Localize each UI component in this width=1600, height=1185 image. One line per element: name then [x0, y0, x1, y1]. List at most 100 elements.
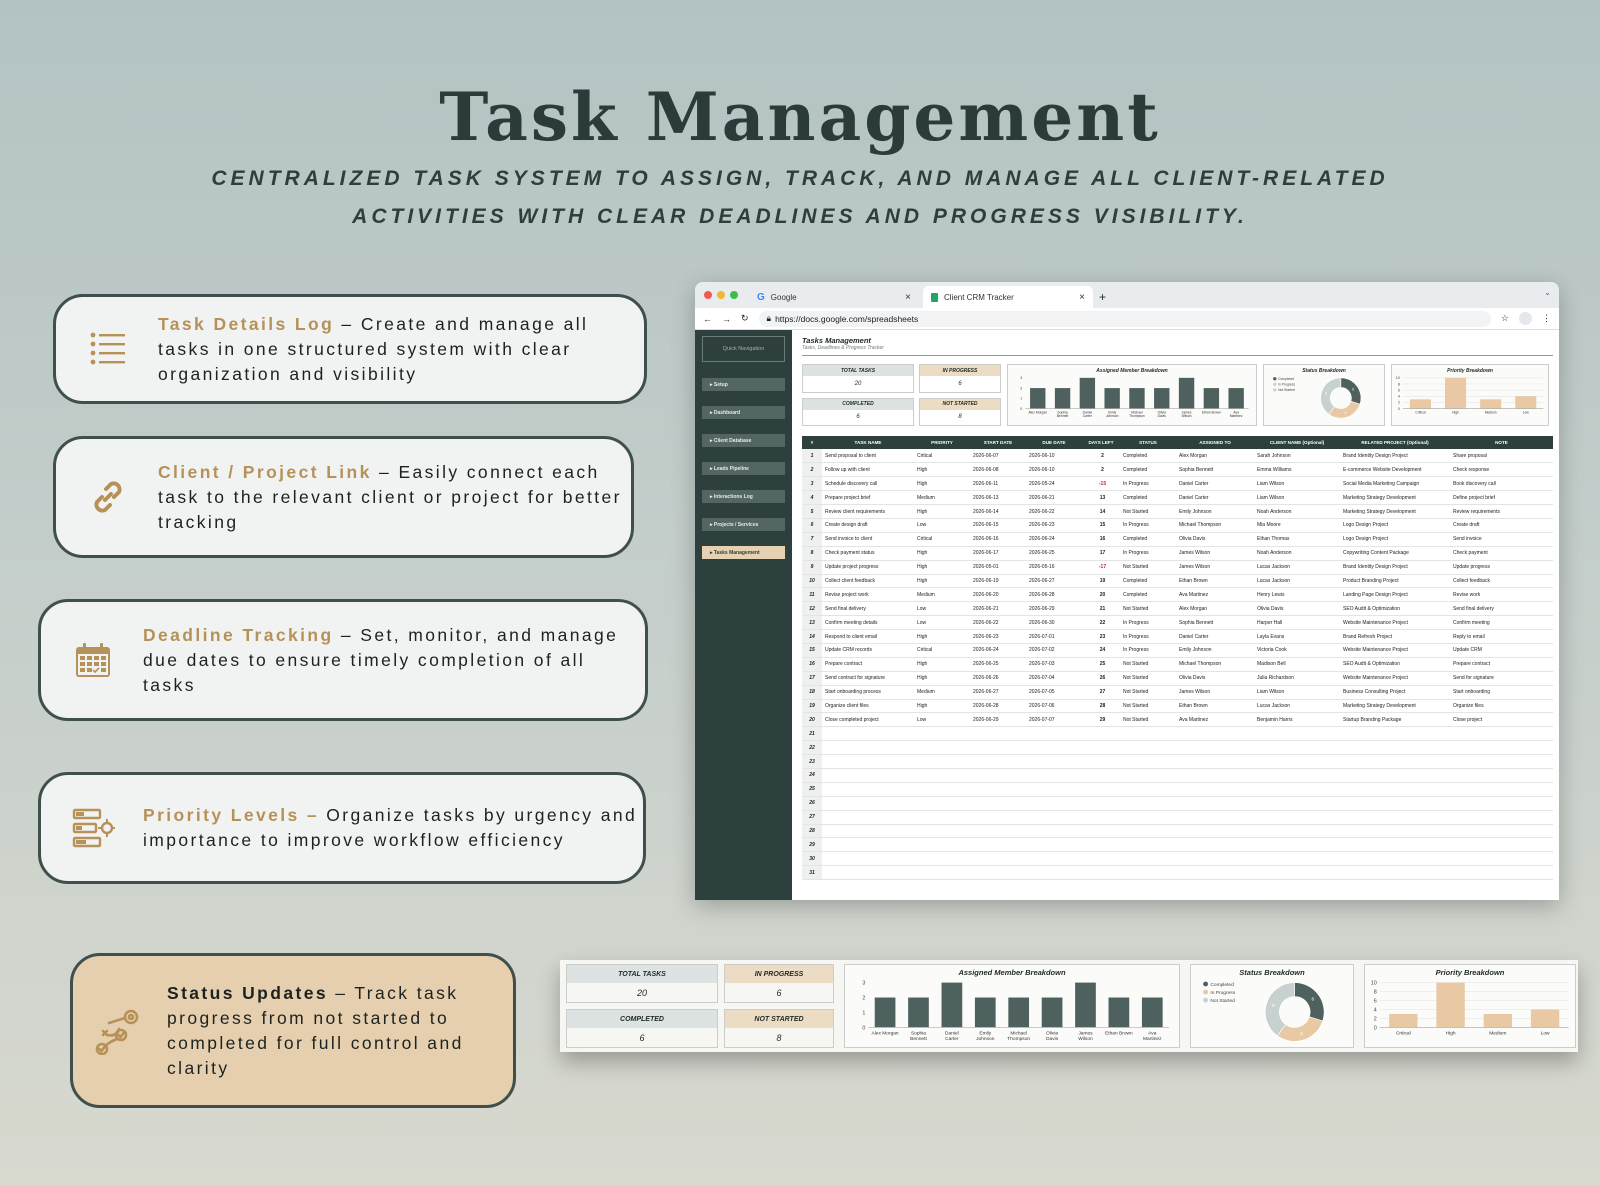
- table-cell[interactable]: Send proposal to client: [822, 449, 914, 464]
- table-cell[interactable]: Olivia Davis: [1176, 532, 1254, 547]
- table-cell[interactable]: Benjamin Harris: [1254, 712, 1340, 728]
- table-cell[interactable]: [914, 726, 970, 742]
- table-cell[interactable]: Daniel Carter: [1176, 490, 1254, 506]
- table-cell[interactable]: In Progress: [1120, 643, 1176, 658]
- table-cell[interactable]: -15: [1082, 476, 1120, 492]
- table-cell[interactable]: 24: [802, 768, 822, 783]
- table-cell[interactable]: [822, 782, 914, 797]
- table-cell[interactable]: 2026-06-10: [1026, 462, 1082, 478]
- table-cell[interactable]: Logo Design Project: [1340, 532, 1450, 547]
- table-cell[interactable]: Collect client feedback: [822, 574, 914, 589]
- table-cell[interactable]: 3: [802, 476, 822, 492]
- table-cell[interactable]: Mia Moore: [1254, 518, 1340, 533]
- table-cell[interactable]: [822, 810, 914, 825]
- table-cell[interactable]: [1340, 768, 1450, 783]
- table-cell[interactable]: Noah Anderson: [1254, 546, 1340, 561]
- table-cell[interactable]: 2026-06-24: [1026, 532, 1082, 547]
- nav-setup[interactable]: ▸ Setup: [702, 378, 785, 391]
- nav-tasks-management[interactable]: ▸ Tasks Management: [702, 546, 785, 559]
- table-cell[interactable]: 2026-06-30: [1026, 615, 1082, 631]
- table-cell[interactable]: 2026-06-28: [970, 699, 1026, 714]
- table-cell[interactable]: 23: [1082, 629, 1120, 644]
- table-cell[interactable]: 2: [1082, 462, 1120, 478]
- table-cell[interactable]: 21: [1082, 601, 1120, 617]
- table-cell[interactable]: Marketing Strategy Development: [1340, 504, 1450, 519]
- table-cell[interactable]: [970, 754, 1026, 769]
- table-cell[interactable]: 20: [802, 712, 822, 728]
- table-cell[interactable]: Lucas Jackson: [1254, 560, 1340, 575]
- table-cell[interactable]: [1450, 782, 1553, 797]
- table-cell[interactable]: [1176, 754, 1254, 769]
- close-tab-icon[interactable]: ×: [905, 292, 911, 303]
- table-cell[interactable]: Low: [914, 601, 970, 617]
- table-cell[interactable]: 30: [802, 851, 822, 867]
- table-cell[interactable]: [914, 824, 970, 839]
- table-cell[interactable]: Completed: [1120, 462, 1176, 478]
- table-cell[interactable]: 5: [802, 504, 822, 519]
- table-cell[interactable]: 27: [802, 810, 822, 825]
- table-cell[interactable]: High: [914, 699, 970, 714]
- table-row[interactable]: 5 Review client requirements High 2026-06-1…: [802, 504, 1553, 519]
- table-cell[interactable]: [1340, 726, 1450, 742]
- table-cell[interactable]: [914, 837, 970, 853]
- close-tab-icon[interactable]: ×: [1079, 292, 1085, 303]
- table-cell[interactable]: 2026-07-01: [1026, 629, 1082, 644]
- table-cell[interactable]: [1450, 796, 1553, 811]
- table-cell[interactable]: High: [914, 546, 970, 561]
- table-cell[interactable]: Michael Thompson: [1176, 518, 1254, 533]
- table-cell[interactable]: Sophia Bennett: [1176, 462, 1254, 478]
- table-cell[interactable]: 26: [1082, 671, 1120, 686]
- table-cell[interactable]: [914, 810, 970, 825]
- table-row[interactable]: 13 Confirm meeting details Low 2026-06-22 20…: [802, 615, 1553, 631]
- table-cell[interactable]: Create design draft: [822, 518, 914, 533]
- profile-avatar[interactable]: [1519, 312, 1532, 325]
- table-cell[interactable]: [1176, 837, 1254, 853]
- table-cell[interactable]: Critical: [914, 643, 970, 658]
- table-cell[interactable]: Liam Wilson: [1254, 476, 1340, 492]
- table-cell[interactable]: 27: [1082, 685, 1120, 700]
- table-cell[interactable]: 13: [802, 615, 822, 631]
- table-row[interactable]: 24: [802, 768, 1553, 783]
- table-cell[interactable]: -17: [1082, 560, 1120, 575]
- nav-interactions-log[interactable]: ▸ Interactions Log: [702, 490, 785, 503]
- table-cell[interactable]: [1254, 796, 1340, 811]
- table-cell[interactable]: 2026-06-13: [970, 490, 1026, 506]
- table-cell[interactable]: Brand Identity Design Project: [1340, 560, 1450, 575]
- table-cell[interactable]: In Progress: [1120, 476, 1176, 492]
- column-header[interactable]: #: [802, 436, 822, 449]
- table-row[interactable]: 16 Prepare contract High 2026-06-25 2026-07-…: [802, 657, 1553, 672]
- table-cell[interactable]: Sophia Bennett: [1176, 615, 1254, 631]
- table-cell[interactable]: Noah Anderson: [1254, 504, 1340, 519]
- table-cell[interactable]: 19: [802, 699, 822, 714]
- table-cell[interactable]: 12: [802, 601, 822, 617]
- table-cell[interactable]: Create draft: [1450, 518, 1553, 533]
- column-header[interactable]: START DATE: [970, 436, 1026, 449]
- table-cell[interactable]: [1120, 810, 1176, 825]
- table-cell[interactable]: 2026-06-19: [970, 574, 1026, 589]
- table-cell[interactable]: Respond to client email: [822, 629, 914, 644]
- table-cell[interactable]: 2026-06-14: [970, 504, 1026, 519]
- column-header[interactable]: PRIORITY: [914, 436, 970, 449]
- more-menu-icon[interactable]: ⋮: [1542, 313, 1551, 324]
- table-cell[interactable]: [1082, 796, 1120, 811]
- table-cell[interactable]: Check response: [1450, 462, 1553, 478]
- table-cell[interactable]: 17: [1082, 546, 1120, 561]
- table-cell[interactable]: [1340, 782, 1450, 797]
- table-cell[interactable]: Close completed project: [822, 712, 914, 728]
- table-cell[interactable]: [1120, 754, 1176, 769]
- table-cell[interactable]: Check payment: [1450, 546, 1553, 561]
- table-cell[interactable]: Product Branding Project: [1340, 574, 1450, 589]
- table-cell[interactable]: [1120, 726, 1176, 742]
- table-cell[interactable]: Copywriting Content Package: [1340, 546, 1450, 561]
- table-cell[interactable]: 10: [802, 574, 822, 589]
- table-cell[interactable]: 8: [802, 546, 822, 561]
- table-row[interactable]: 11 Revise project work Medium 2026-06-20 202…: [802, 587, 1553, 603]
- table-cell[interactable]: [970, 824, 1026, 839]
- table-cell[interactable]: [1082, 851, 1120, 867]
- table-row[interactable]: 14 Respond to client email High 2026-06-23 2…: [802, 629, 1553, 644]
- table-cell[interactable]: [822, 768, 914, 783]
- table-cell[interactable]: Reply to email: [1450, 629, 1553, 644]
- table-cell[interactable]: Harper Hall: [1254, 615, 1340, 631]
- table-cell[interactable]: [1026, 754, 1082, 769]
- table-cell[interactable]: [822, 824, 914, 839]
